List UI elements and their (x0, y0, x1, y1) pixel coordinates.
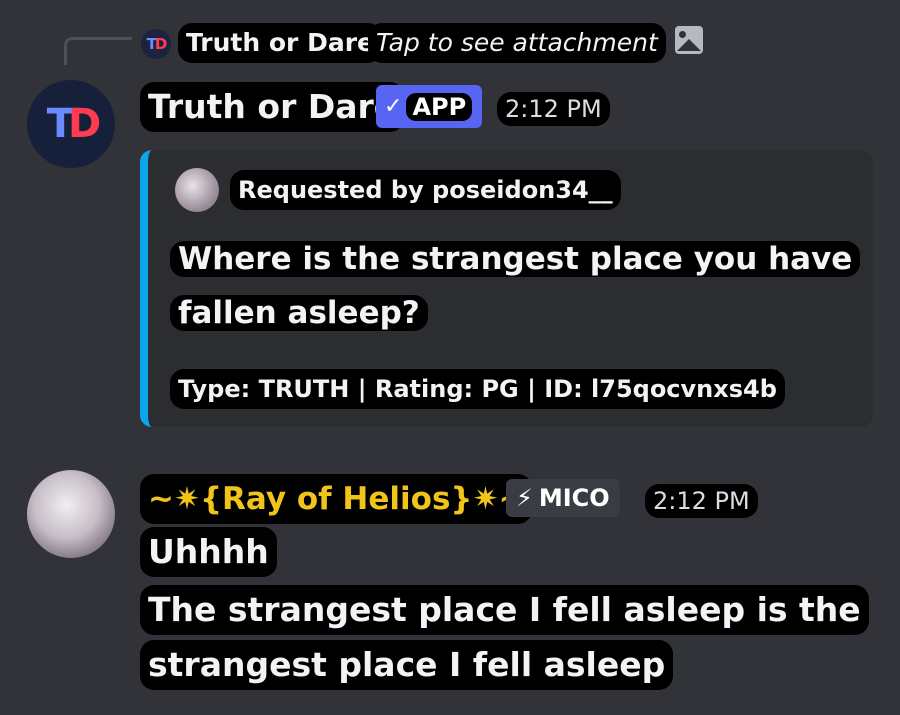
image-icon (675, 26, 703, 54)
message-line: Uhhhh (140, 527, 277, 577)
timestamp[interactable]: 2:12 PM (645, 484, 758, 518)
reply-preview-text[interactable]: Tap to see attachment (368, 23, 666, 63)
avatar[interactable]: TD (27, 80, 115, 168)
reply-author[interactable]: Truth or Dare (178, 23, 383, 63)
embed-description: Where is the strangest place you have fa… (170, 232, 861, 340)
embed-footer: Type: TRUTH | Rating: PG | ID: l75qocvnx… (170, 369, 785, 409)
app-badge: ✓ APP (376, 85, 483, 128)
lightning-icon: ⚡ (516, 484, 533, 512)
timestamp[interactable]: 2:12 PM (497, 92, 610, 126)
check-icon: ✓ (384, 94, 403, 119)
message-line: strangest place I fell asleep (140, 640, 674, 690)
role-badge[interactable]: ⚡ MICO (506, 479, 620, 517)
embed-author: Requested by poseidon34__ (230, 170, 621, 210)
author-name[interactable]: Truth or Dare (140, 82, 405, 132)
avatar[interactable] (27, 470, 115, 558)
reply-connector (64, 37, 132, 65)
app-badge-label: APP (406, 92, 473, 121)
author-name[interactable]: ~✷{Ray of Helios}✷~ (140, 474, 533, 524)
role-badge-label: MICO (538, 484, 610, 512)
reply-avatar[interactable]: TD (141, 29, 171, 59)
embed-author-avatar (175, 168, 219, 212)
message-line: The strangest place I fell asleep is the (140, 585, 869, 635)
